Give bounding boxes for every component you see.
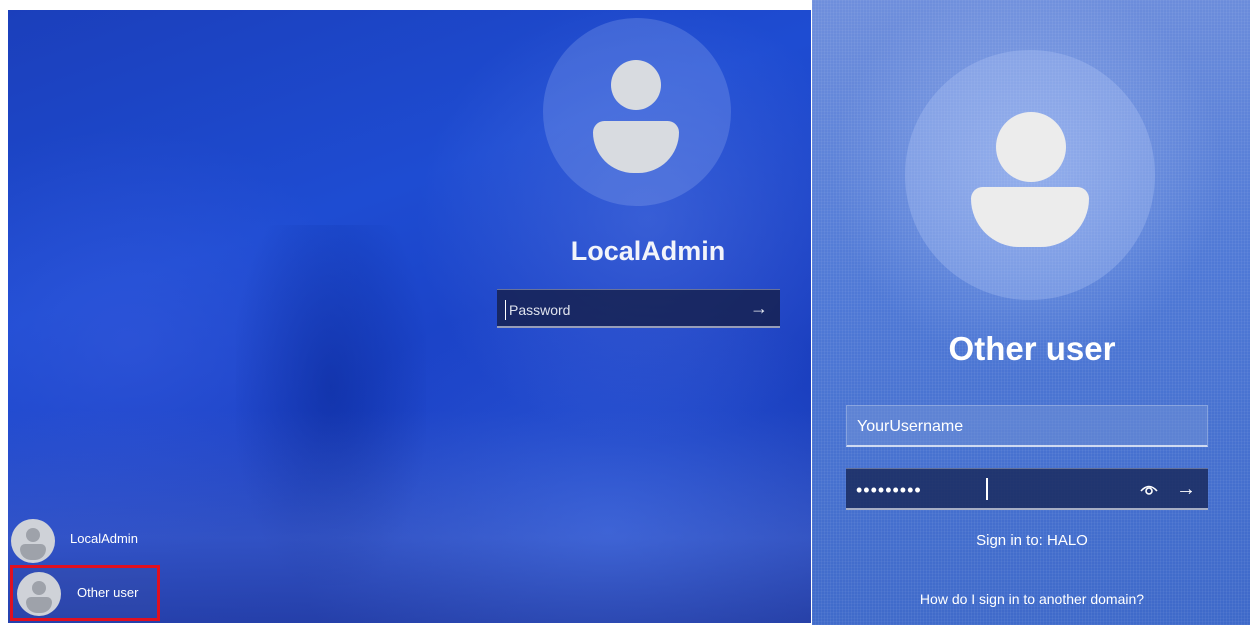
eye-icon[interactable] (1138, 478, 1160, 500)
user-name-title: Other user (948, 330, 1116, 367)
avatar-head-icon (996, 112, 1066, 182)
user-switch-label: LocalAdmin (70, 531, 138, 546)
avatar-head-icon (32, 581, 46, 595)
help-link-other-domain[interactable]: How do I sign in to another domain? (852, 591, 1212, 607)
avatar-body-icon (971, 187, 1089, 247)
user-switch-label: Other user (77, 585, 139, 600)
user-avatar-small (11, 519, 55, 563)
user-avatar (543, 18, 731, 206)
arrow-right-icon[interactable]: → (746, 295, 772, 321)
avatar-head-icon (26, 528, 40, 542)
user-name-title: LocalAdmin (570, 236, 726, 266)
text-caret (505, 300, 506, 320)
password-input[interactable] (507, 296, 741, 324)
user-switch-other-user[interactable]: Other user (10, 565, 160, 621)
avatar-body-icon (26, 597, 52, 613)
password-field[interactable]: → (846, 468, 1208, 510)
username-input[interactable] (855, 413, 1199, 441)
password-field[interactable]: → (497, 289, 780, 328)
arrow-right-icon[interactable]: → (1174, 476, 1198, 502)
login-screen-right: Other user → Sign in to: HALO How do I s… (812, 0, 1250, 625)
username-field[interactable] (846, 405, 1208, 447)
avatar-body-icon (20, 544, 46, 560)
user-switch-localadmin[interactable]: LocalAdmin (8, 515, 156, 565)
password-input[interactable] (854, 476, 1108, 504)
avatar-head-icon (611, 60, 661, 110)
text-caret (986, 478, 988, 500)
user-avatar (905, 50, 1155, 300)
avatar-body-icon (593, 121, 679, 173)
login-screen-left: LocalAdmin → LocalAdmin Other user (8, 10, 811, 623)
user-avatar-small (17, 572, 61, 616)
sign-in-domain-text: Sign in to: HALO (976, 532, 1088, 549)
